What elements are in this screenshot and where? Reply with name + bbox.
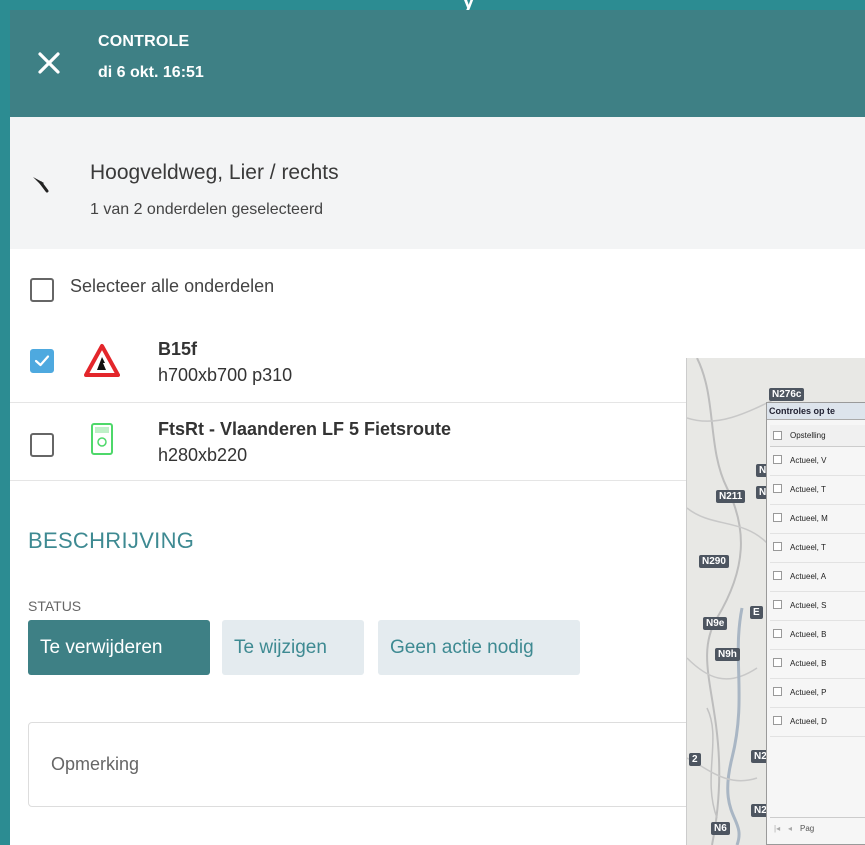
road-label: N9e — [703, 617, 728, 630]
map-row-checkbox[interactable] — [773, 542, 782, 551]
road-label: E — [750, 606, 763, 619]
item-checkbox[interactable] — [30, 433, 54, 457]
pager-label: Pag — [800, 824, 815, 833]
map-overlay[interactable]: N276c N2 N211 N2 N290 N9e E N9h 2 N26 N2… — [686, 358, 865, 845]
close-icon — [38, 52, 60, 74]
map-table-row[interactable]: Actueel, B — [770, 650, 865, 679]
remark-field[interactable] — [28, 722, 728, 807]
map-row-text: Actueel, S — [790, 601, 827, 610]
prev-page-icon[interactable]: ◂ — [788, 824, 792, 833]
map-row-checkbox[interactable] — [773, 571, 782, 580]
map-table-row[interactable]: Actueel, V — [770, 447, 865, 476]
header-title: CONTROLE — [98, 33, 190, 50]
map-row-text: Actueel, B — [790, 630, 827, 639]
remark-input[interactable] — [29, 723, 727, 806]
map-header-label: Opstelling — [790, 431, 826, 440]
map-row-text: Actueel, A — [790, 572, 827, 581]
map-row-text: Actueel, M — [790, 514, 828, 523]
road-label: N290 — [699, 555, 729, 568]
panel-header: CONTROLE di 6 okt. 16:51 — [10, 10, 865, 117]
control-panel: CONTROLE di 6 okt. 16:51 Hoogveldweg, Li… — [10, 10, 865, 845]
map-row-text: Actueel, B — [790, 659, 827, 668]
status-geen-actie-button[interactable]: Geen actie nodig — [378, 620, 580, 675]
map-pager: |◂ ◂ Pag — [770, 817, 865, 839]
map-row-text: Actueel, D — [790, 717, 827, 726]
map-table-row[interactable]: Actueel, T — [770, 476, 865, 505]
item-checkbox[interactable] — [30, 349, 54, 373]
select-all-checkbox[interactable] — [30, 278, 54, 302]
map-table: Opstelling Actueel, V Actueel, T Actueel… — [770, 425, 865, 737]
map-row-checkbox[interactable] — [773, 484, 782, 493]
map-row-text: Actueel, T — [790, 485, 826, 494]
map-row-text: Actueel, T — [790, 543, 826, 552]
first-page-icon[interactable]: |◂ — [774, 824, 780, 833]
select-all-label: Selecteer alle onderdelen — [70, 276, 275, 296]
road-label: N9h — [715, 648, 740, 661]
status-label: STATUS — [28, 598, 82, 614]
item-dimensions: h280xb220 — [158, 445, 248, 465]
header-datetime: di 6 okt. 16:51 — [98, 64, 204, 81]
map-dialog-title: Controles op te — [767, 403, 865, 420]
bike-route-sign-icon — [91, 423, 113, 455]
road-label: N6 — [711, 822, 730, 835]
item-code: B15f — [158, 339, 198, 359]
status-te-verwijderen-button[interactable]: Te verwijderen — [28, 620, 210, 675]
pin-icon — [33, 177, 49, 193]
item-dimensions: h700xb700 p310 — [158, 365, 293, 385]
background-strip — [0, 0, 865, 10]
map-row-checkbox[interactable] — [773, 513, 782, 522]
map-row-checkbox[interactable] — [773, 716, 782, 725]
status-te-wijzigen-button[interactable]: Te wijzigen — [222, 620, 364, 675]
location-address: Hoogveldweg, Lier / rechts — [90, 161, 339, 184]
warning-triangle-sign-icon — [84, 344, 120, 377]
map-dialog: Controles op te Opstelling Actueel, V Ac… — [766, 402, 865, 845]
road-label: 2 — [689, 753, 701, 766]
map-row-checkbox[interactable] — [773, 600, 782, 609]
map-table-row[interactable]: Actueel, S — [770, 592, 865, 621]
map-row-text: Actueel, P — [790, 688, 827, 697]
map-table-row[interactable]: Actueel, B — [770, 621, 865, 650]
check-icon — [34, 355, 50, 367]
map-row-checkbox[interactable] — [773, 658, 782, 667]
map-row-checkbox[interactable] — [773, 455, 782, 464]
map-row-text: Actueel, V — [790, 456, 827, 465]
location-section: Hoogveldweg, Lier / rechts 1 van 2 onder… — [10, 117, 865, 249]
road-label: N276c — [769, 388, 805, 401]
map-table-row[interactable]: Actueel, P — [770, 679, 865, 708]
close-button[interactable] — [32, 46, 66, 80]
map-table-row[interactable]: Actueel, T — [770, 534, 865, 563]
map-header-checkbox[interactable] — [773, 431, 782, 440]
map-table-row[interactable]: Actueel, D — [770, 708, 865, 737]
description-title: BESCHRIJVING — [28, 528, 195, 553]
map-row-checkbox[interactable] — [773, 629, 782, 638]
map-table-row[interactable]: Actueel, A — [770, 563, 865, 592]
map-table-header: Opstelling — [770, 425, 865, 447]
map-row-checkbox[interactable] — [773, 687, 782, 696]
item-code: FtsRt - Vlaanderen LF 5 Fietsroute — [158, 419, 452, 439]
road-label: N211 — [716, 490, 746, 503]
selection-summary: 1 van 2 onderdelen geselecteerd — [90, 201, 324, 218]
map-table-row[interactable]: Actueel, M — [770, 505, 865, 534]
